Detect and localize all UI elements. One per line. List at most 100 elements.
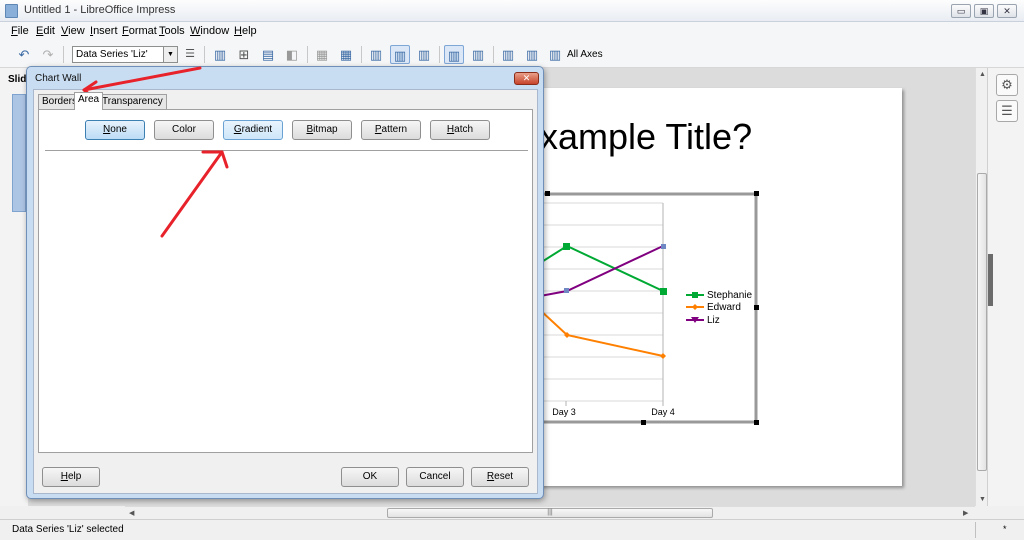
minimize-button[interactable]: ▭: [951, 4, 971, 18]
menu-bar: File Edit View Insert Format Tools Windo…: [0, 22, 1024, 41]
legend-marker-stephanie: [692, 292, 698, 298]
horizontal-scrollbar[interactable]: ◀ ||| ▶: [125, 506, 975, 519]
legend-on-off-icon[interactable]: ▥: [444, 45, 464, 64]
scroll-right-icon[interactable]: ▶: [963, 509, 968, 517]
menu-edit[interactable]: Edit: [36, 25, 55, 37]
slide-canvas[interactable]: xample Title? Day 3 Day 4 Stephanie Edwa…: [540, 88, 902, 486]
close-window-button[interactable]: ✕: [997, 4, 1017, 18]
selection-handle: [545, 191, 550, 196]
series-line-liz: [540, 245, 664, 297]
selection-handle: [754, 305, 759, 310]
data-point-liz: [661, 244, 666, 249]
chart-object[interactable]: Day 3 Day 4 Stephanie Edward Liz: [540, 88, 902, 486]
sidebar-collapse-handle[interactable]: [988, 254, 993, 306]
x-tick-day-4: Day 4: [651, 407, 675, 417]
undo-icon[interactable]: ↶: [14, 45, 34, 64]
data-table-icon[interactable]: ⊞: [234, 45, 254, 64]
dialog-title: Chart Wall: [35, 73, 82, 84]
all-axes-icon[interactable]: ▥: [545, 45, 565, 64]
data-point-stephanie: [660, 288, 667, 295]
cancel-button[interactable]: Cancel: [406, 467, 464, 487]
toolbar-separator: [439, 46, 440, 63]
tab-transparency[interactable]: Transparency: [98, 94, 167, 109]
fill-gradient-button[interactable]: Gradient: [223, 120, 283, 140]
legend-label-edward: Edward: [707, 302, 741, 313]
data-point-liz: [564, 288, 569, 293]
redo-icon[interactable]: ↷: [38, 45, 58, 64]
status-separator: [975, 522, 976, 538]
data-point-stephanie: [563, 243, 570, 250]
legend-marker-edward: [692, 304, 698, 310]
title-bar: Untitled 1 - LibreOffice Impress ▭ ▣ ✕: [0, 0, 1024, 22]
area-tab-panel: None Color Gradient Bitmap Pattern Hatch: [38, 109, 533, 453]
toolbar-separator: [361, 46, 362, 63]
data-ranges-icon[interactable]: ▤: [258, 45, 278, 64]
menu-view[interactable]: View: [61, 25, 85, 37]
help-button[interactable]: Help: [42, 467, 100, 487]
impress-app-icon: [5, 4, 18, 18]
legend-icon[interactable]: ▦: [336, 45, 356, 64]
vertical-scrollbar[interactable]: ▲ ▼: [975, 68, 987, 506]
3d-view-icon[interactable]: ◧: [282, 45, 302, 64]
selection-handle: [641, 420, 646, 425]
menu-format[interactable]: Format: [122, 25, 157, 37]
menu-tools[interactable]: Tools: [159, 25, 185, 37]
toolbar-separator: [493, 46, 494, 63]
tab-area[interactable]: Area: [74, 92, 104, 110]
chart-toolbar: ↶ ↷ Data Series 'Liz' ▼ ☰ ▥ ⊞ ▤ ◧ ▦ ▦ ▥ …: [0, 41, 1024, 68]
menu-insert[interactable]: Insert: [90, 25, 118, 37]
sidebar-deck: ⚙ ☰: [987, 68, 1024, 506]
format-selection-icon[interactable]: ☰: [180, 45, 200, 64]
horizontal-grids-icon[interactable]: ▥: [390, 45, 410, 64]
ok-button[interactable]: OK: [341, 467, 399, 487]
y-axis-icon[interactable]: ▥: [522, 45, 542, 64]
title-icon[interactable]: ▦: [312, 45, 332, 64]
restore-button[interactable]: ▣: [974, 4, 994, 18]
chart-legend: Stephanie Edward Liz: [686, 290, 752, 326]
menu-window[interactable]: Window: [190, 25, 229, 37]
fill-bitmap-button[interactable]: Bitmap: [292, 120, 352, 140]
all-axes-label[interactable]: All Axes: [567, 49, 603, 60]
dialog-close-button[interactable]: ✕: [514, 72, 539, 85]
status-bar: Data Series 'Liz' selected *: [0, 519, 1024, 540]
series-line-edward: [540, 309, 664, 357]
fill-pattern-button[interactable]: Pattern: [361, 120, 421, 140]
window-title: Untitled 1 - LibreOffice Impress: [24, 4, 176, 16]
properties-icon[interactable]: ☰: [996, 100, 1018, 122]
scroll-up-icon[interactable]: ▲: [979, 71, 986, 78]
fill-color-button[interactable]: Color: [154, 120, 214, 140]
scroll-down-icon[interactable]: ▼: [979, 496, 986, 503]
scroll-left-icon[interactable]: ◀: [129, 509, 134, 517]
reset-button[interactable]: Reset: [471, 467, 529, 487]
toolbar-separator: [307, 46, 308, 63]
slide-pane: Slide: [0, 68, 32, 506]
fill-none-button[interactable]: None: [85, 120, 145, 140]
legend-label-stephanie: Stephanie: [707, 290, 752, 301]
chart-type-icon[interactable]: ▥: [210, 45, 230, 64]
data-point-edward: [660, 353, 666, 359]
gear-icon[interactable]: ⚙: [996, 74, 1018, 96]
document-modified-indicator: *: [1003, 524, 1007, 534]
fill-hatch-button[interactable]: Hatch: [430, 120, 490, 140]
chart-gridlines: [540, 202, 663, 402]
toolbar-separator: [204, 46, 205, 63]
x-axis-icon[interactable]: ▥: [498, 45, 518, 64]
chevron-down-icon[interactable]: ▼: [163, 47, 177, 62]
horizontal-scroll-thumb[interactable]: |||: [387, 508, 713, 518]
selection-handle: [754, 191, 759, 196]
axes-icon[interactable]: ▥: [366, 45, 386, 64]
slide-thumbnail[interactable]: [12, 94, 26, 212]
vertical-grids-icon[interactable]: ▥: [414, 45, 434, 64]
series-select[interactable]: Data Series 'Liz' ▼: [72, 46, 178, 63]
menu-file[interactable]: File: [11, 25, 29, 37]
selection-handle: [754, 420, 759, 425]
status-text: Data Series 'Liz' selected: [12, 524, 124, 535]
toolbar-separator: [63, 46, 64, 63]
menu-help[interactable]: Help: [234, 25, 257, 37]
vertical-scroll-thumb[interactable]: [977, 173, 987, 471]
x-tick-day-3: Day 3: [552, 407, 576, 417]
chart-wall-dialog: Chart Wall ✕ Borders Area Transparency N…: [26, 66, 544, 499]
panel-divider: [45, 150, 528, 151]
text-scaling-icon[interactable]: ▥: [468, 45, 488, 64]
legend-label-liz: Liz: [707, 315, 720, 326]
